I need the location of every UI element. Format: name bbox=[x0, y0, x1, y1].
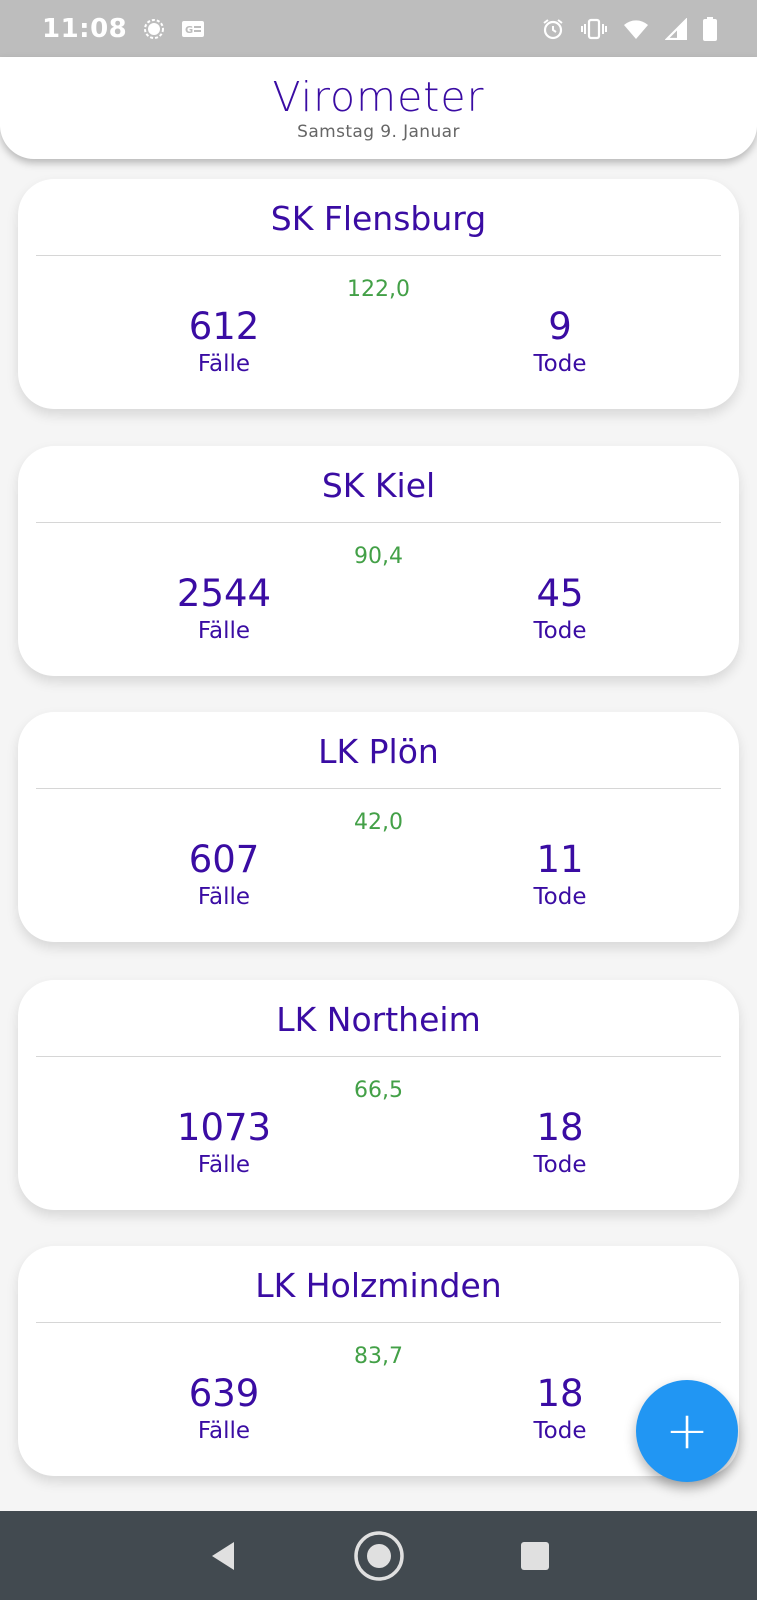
battery-icon bbox=[703, 16, 717, 41]
cases-label: Fälle bbox=[197, 1418, 251, 1444]
card-divider bbox=[36, 1056, 721, 1057]
deaths-label: Tode bbox=[533, 351, 587, 377]
incidence-rate: 83,7 bbox=[354, 1344, 403, 1369]
cases-count: 612 bbox=[188, 305, 260, 348]
region-card[interactable]: LK Northeim 66,5 1073 Fälle 18 Tode bbox=[18, 980, 739, 1210]
region-name: SK Kiel bbox=[321, 466, 436, 505]
deaths-count: 18 bbox=[536, 1372, 584, 1415]
deaths-count: 18 bbox=[536, 1106, 584, 1149]
alarm-icon bbox=[541, 17, 565, 41]
region-name: LK Holzminden bbox=[255, 1266, 502, 1305]
add-region-button[interactable]: + bbox=[636, 1380, 738, 1482]
deaths-label: Tode bbox=[533, 884, 587, 910]
app-title: Virometer bbox=[272, 73, 485, 121]
card-divider bbox=[36, 522, 721, 523]
deaths-label: Tode bbox=[533, 1418, 587, 1444]
home-icon[interactable] bbox=[353, 1530, 405, 1582]
region-name: LK Plön bbox=[318, 732, 439, 771]
deaths-count: 9 bbox=[548, 305, 572, 348]
cases-count: 607 bbox=[188, 838, 260, 881]
region-name: LK Northeim bbox=[276, 1000, 481, 1039]
region-card[interactable]: SK Flensburg 122,0 612 Fälle 9 Tode bbox=[18, 179, 739, 409]
incidence-rate: 66,5 bbox=[354, 1078, 403, 1103]
signal-messenger-icon bbox=[143, 18, 165, 40]
back-icon[interactable] bbox=[208, 1540, 238, 1572]
region-card[interactable]: LK Plön 42,0 607 Fälle 11 Tode bbox=[18, 712, 739, 942]
card-divider bbox=[36, 255, 721, 256]
deaths-label: Tode bbox=[533, 1152, 587, 1178]
wifi-icon bbox=[623, 18, 649, 40]
card-divider bbox=[36, 788, 721, 789]
incidence-rate: 122,0 bbox=[347, 277, 410, 302]
plus-icon: + bbox=[665, 1401, 709, 1461]
cases-label: Fälle bbox=[197, 1152, 251, 1178]
card-divider bbox=[36, 1322, 721, 1323]
svg-text:G: G bbox=[185, 25, 193, 36]
cases-label: Fälle bbox=[197, 618, 251, 644]
header-date: Samstag 9. Januar bbox=[297, 122, 460, 142]
status-time: 11:08 bbox=[42, 13, 128, 44]
cases-label: Fälle bbox=[197, 884, 251, 910]
recents-icon[interactable] bbox=[520, 1541, 550, 1571]
region-card[interactable]: LK Holzminden 83,7 639 Fälle 18 Tode bbox=[18, 1246, 739, 1476]
news-icon: G bbox=[181, 19, 205, 39]
deaths-count: 11 bbox=[536, 838, 584, 881]
deaths-label: Tode bbox=[533, 618, 587, 644]
app-header: Virometer Samstag 9. Januar bbox=[0, 57, 757, 159]
cases-count: 639 bbox=[188, 1372, 260, 1415]
system-nav-bar bbox=[0, 1511, 757, 1600]
status-bar: 11:08 G bbox=[0, 0, 757, 57]
cases-count: 1073 bbox=[176, 1106, 272, 1149]
deaths-count: 45 bbox=[536, 572, 584, 615]
region-name: SK Flensburg bbox=[270, 199, 487, 238]
region-card[interactable]: SK Kiel 90,4 2544 Fälle 45 Tode bbox=[18, 446, 739, 676]
incidence-rate: 42,0 bbox=[354, 810, 403, 835]
cell-signal-icon bbox=[665, 17, 687, 40]
vibrate-icon bbox=[581, 18, 607, 40]
cases-label: Fälle bbox=[197, 351, 251, 377]
cases-count: 2544 bbox=[176, 572, 272, 615]
incidence-rate: 90,4 bbox=[354, 544, 403, 569]
